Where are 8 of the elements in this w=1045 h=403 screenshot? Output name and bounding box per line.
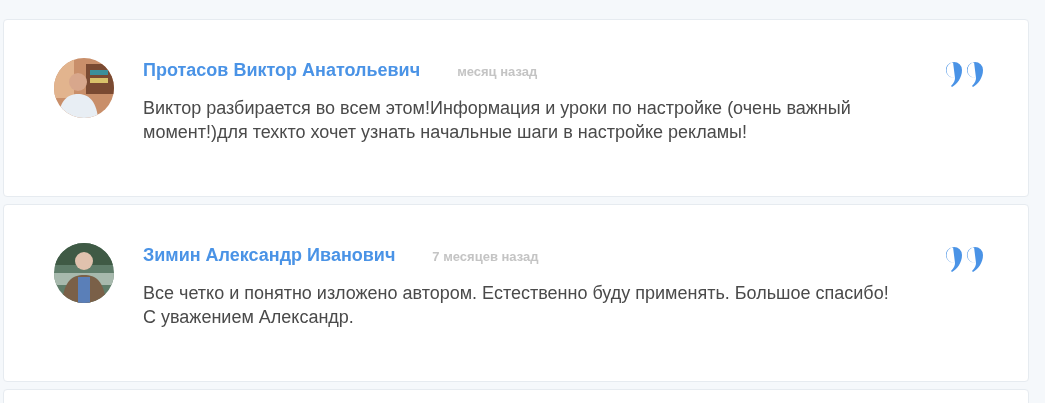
author-name: Протасов Виктор Анатольевич <box>143 58 421 82</box>
author-name: Зимин Александр Иванович <box>143 243 396 267</box>
quote-icon <box>946 61 984 87</box>
review-date: 7 месяцев назад <box>432 247 539 266</box>
review-text: Все четко и понятно изложено автором. Естественно буду применять. Большое спасибо! С уважением Александр. <box>143 282 890 329</box>
quote-icon <box>946 246 984 272</box>
review-text: Виктор разбирается во всем этом!Информация и уроки по настройке (очень важный момент!)для техкто хочет узнать начальные шаги в настройке рекламы! <box>143 97 852 144</box>
review-date: месяц назад <box>457 62 538 81</box>
